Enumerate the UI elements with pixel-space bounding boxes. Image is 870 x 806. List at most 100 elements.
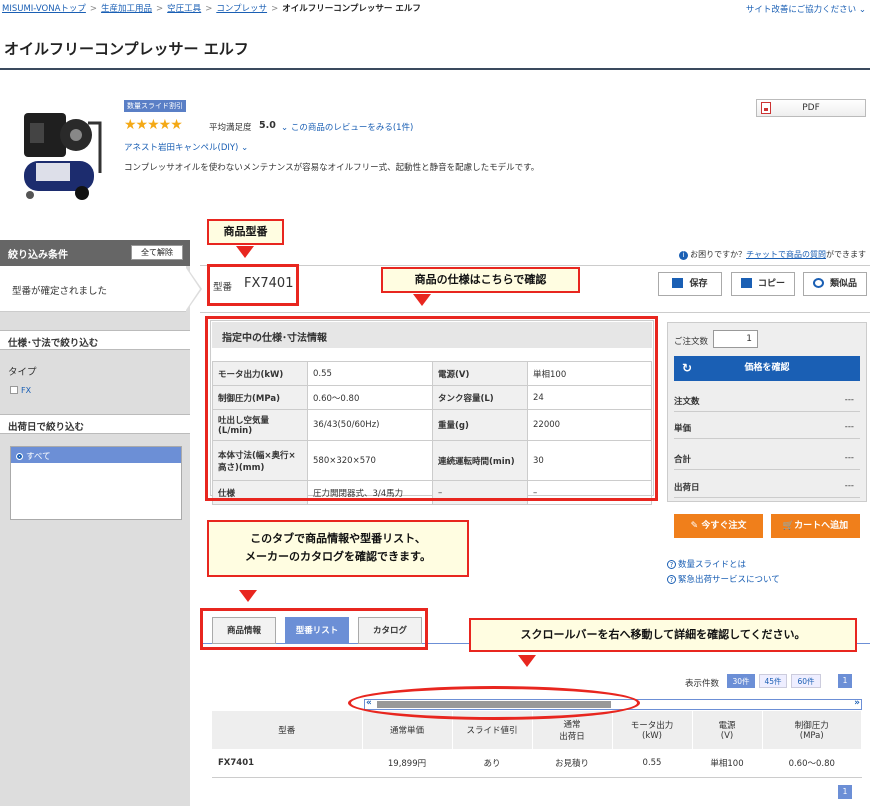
rating-value: 5.0 [259, 120, 276, 131]
page-size-30[interactable]: 30件 [727, 674, 755, 688]
add-to-cart-label: カートへ追加 [794, 521, 849, 531]
express-shipping-label[interactable]: 緊急出荷サービスについて [678, 575, 780, 585]
refresh-icon: ↻ [682, 361, 693, 375]
breadcrumb-separator: > [271, 4, 279, 14]
order-line-label: 出荷日 [674, 483, 700, 493]
breadcrumb-separator: > [156, 4, 164, 14]
order-icon: ✎ [690, 521, 699, 531]
breadcrumb-item-compressor[interactable]: コンプレッサ [216, 4, 267, 14]
order-line-label: 注文数 [674, 397, 700, 407]
checkbox-icon[interactable] [10, 386, 18, 394]
callout-tabs-line1: このタブで商品情報や型番リスト、 [250, 532, 426, 545]
filter-type-fx-checkbox[interactable]: FX [10, 386, 31, 395]
callout-scroll-arrow [518, 655, 536, 667]
volume-discount-link[interactable]: ? 数量スライドとは [667, 558, 746, 570]
folder-plus-icon [672, 278, 684, 288]
save-button[interactable]: 保存 [658, 272, 722, 296]
callout-tabs-arrow [239, 590, 257, 602]
highlight-model-box [207, 264, 299, 306]
order-line-label: 単価 [674, 424, 692, 434]
table-cell: 単相100 [692, 749, 762, 778]
column-header: 制御圧力 (MPa) [762, 711, 862, 749]
page-size-60[interactable]: 60件 [791, 674, 821, 688]
breadcrumb-item-production[interactable]: 生産加工用品 [101, 4, 152, 14]
save-button-label: 保存 [689, 279, 708, 289]
breadcrumb-item-top[interactable]: MISUMI-VONAトップ [2, 4, 86, 14]
campaign-link[interactable]: アネスト岩田キャンペル(DIY) ⌄ [124, 141, 248, 153]
title-divider [0, 68, 870, 70]
ship-option-all-label[interactable]: すべて [26, 452, 51, 462]
ship-date-list: すべて [10, 446, 182, 520]
table-cell: あり [452, 749, 532, 778]
review-link[interactable]: ⌄ この商品のレビューをみる(1件) [281, 121, 413, 133]
breadcrumb: MISUMI-VONAトップ > 生産加工用品 > 空圧工具 > コンプレッサ > オイルフリー… [2, 2, 421, 14]
quantity-label: ご注文数 [674, 337, 709, 347]
order-line-unit-price: 単価 --- [674, 413, 860, 439]
table-row[interactable]: FX7401 19,899円 あり お見積り 0.55 単相100 0.60～0… [212, 749, 862, 778]
chevron-down-icon: ⌄ [241, 143, 249, 153]
chevron-down-icon: ⌄ [858, 5, 866, 15]
survey-link[interactable]: サイト改善にご協力ください ⌄ [746, 3, 866, 15]
order-now-label: 今すぐ注文 [701, 521, 747, 531]
callout-spec: 商品の仕様はこちらで確認 [381, 267, 580, 293]
model-row-top-border [200, 265, 870, 266]
pdf-button[interactable]: PDF [756, 99, 866, 117]
search-icon [812, 278, 824, 288]
review-link-label[interactable]: この商品のレビューをみる(1件) [291, 123, 414, 133]
chat-help: i お困りですか？チャットで商品の質問ができます [679, 249, 866, 260]
column-header: 電源 (V) [692, 711, 763, 749]
breadcrumb-separator: > [205, 4, 213, 14]
model-list-table: 型番 通常単価 スライド値引 通常 出荷日 モータ出力 (kW) 電源 (V) … [212, 711, 862, 778]
filter-section-spec[interactable]: 仕様･寸法で絞り込む [0, 330, 190, 350]
table-cell: FX7401 [212, 749, 362, 778]
column-header: 型番 [212, 711, 363, 749]
page-size-label: 表示件数 [685, 679, 720, 689]
table-cell: 0.60～0.80 [762, 749, 862, 778]
copy-button-label: コピー [757, 279, 785, 289]
order-line-quantity: 注文数 --- [674, 386, 860, 412]
similar-items-button[interactable]: 類似品 [803, 272, 867, 296]
chat-link[interactable]: チャットで商品の質問 [746, 250, 826, 259]
volume-discount-label[interactable]: 数量スライドとは [678, 560, 746, 570]
page-title: オイルフリーコンプレッサー エルフ [4, 40, 249, 58]
table-cell: お見積り [532, 749, 612, 778]
page-size-45[interactable]: 45件 [759, 674, 787, 688]
order-now-button[interactable]: ✎ 今すぐ注文 [674, 514, 763, 538]
page-number[interactable]: 1 [838, 674, 852, 688]
callout-tabs: このタブで商品情報や型番リスト、 メーカーのカタログを確認できます。 [207, 520, 469, 577]
breadcrumb-item-air-tools[interactable]: 空圧工具 [167, 4, 201, 14]
clear-all-button[interactable]: 全て解除 [131, 245, 183, 260]
model-row-bottom-border [200, 312, 870, 313]
confirmed-arrow-inner [186, 268, 200, 310]
ship-option-all[interactable]: すべて [11, 447, 181, 463]
question-icon: ? [667, 575, 676, 584]
pdf-button-label: PDF [802, 103, 820, 113]
check-price-button[interactable]: ↻ 価格を確認 [674, 356, 860, 381]
column-header: モータ出力 (kW) [612, 711, 693, 749]
add-to-cart-button[interactable]: 🛒カートへ追加 [771, 514, 860, 538]
breadcrumb-current: オイルフリーコンプレッサー エルフ [282, 4, 421, 14]
highlight-scrollbar-ellipse [348, 686, 640, 720]
chat-help-prefix: お困りですか？ [690, 250, 747, 259]
campaign-link-label[interactable]: アネスト岩田キャンペル(DIY) [124, 143, 238, 153]
table-cell: 0.55 [612, 749, 692, 778]
survey-link-label[interactable]: サイト改善にご協力ください [746, 5, 856, 15]
callout-spec-arrow [413, 294, 431, 306]
filter-section-ship[interactable]: 出荷日で絞り込む [0, 414, 190, 434]
radio-icon[interactable] [16, 453, 23, 460]
quantity-input[interactable]: 1 [713, 330, 758, 348]
scroll-right-icon[interactable]: » [854, 698, 860, 708]
chevron-down-icon: ⌄ [281, 123, 289, 133]
order-line-value: --- [844, 453, 854, 463]
page-number-bottom[interactable]: 1 [838, 785, 852, 799]
similar-items-label: 類似品 [829, 279, 857, 289]
pdf-icon [761, 102, 771, 114]
filter-type-fx-label[interactable]: FX [21, 386, 31, 395]
table-cell: 19,899円 [362, 749, 452, 778]
callout-scroll: スクロールバーを右へ移動して詳細を確認してください。 [469, 618, 857, 652]
express-shipping-link[interactable]: ? 緊急出荷サービスについて [667, 573, 780, 585]
filter-type-label: タイプ [8, 367, 37, 378]
copy-icon [740, 278, 752, 288]
copy-button[interactable]: コピー [731, 272, 795, 296]
rating-label: 平均満足度 [209, 123, 252, 133]
